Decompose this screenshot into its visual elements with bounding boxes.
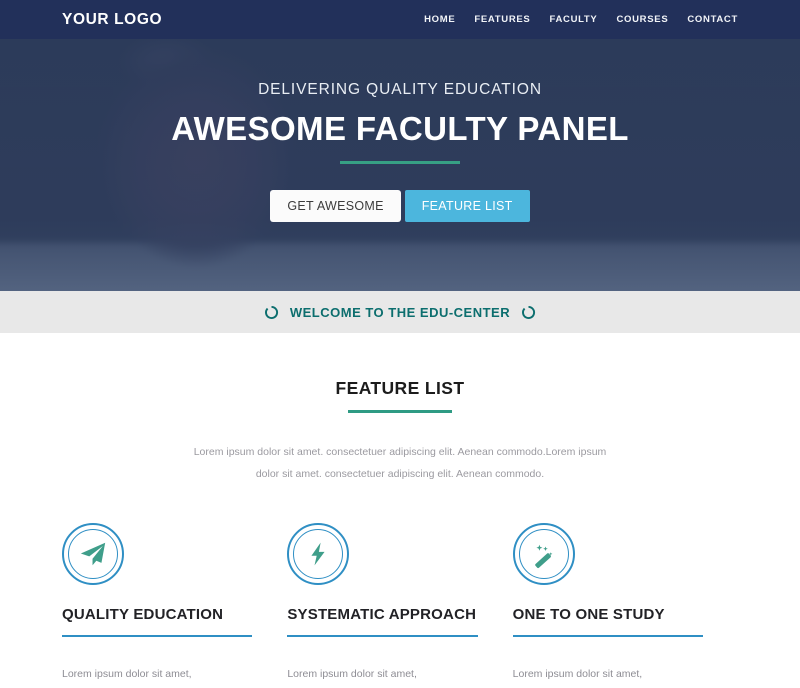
hero-divider <box>340 161 460 164</box>
main-navigation: HOME FEATURES FACULTY COURSES CONTACT <box>424 14 738 25</box>
welcome-bar: WELCOME TO THE EDU-CENTER <box>0 291 800 333</box>
feature-card-systematic-approach: SYSTEMATIC APPROACH Lorem ipsum dolor si… <box>287 523 512 688</box>
feature-title: SYSTEMATIC APPROACH <box>287 606 477 624</box>
circle-spinner-icon-left <box>264 305 279 320</box>
features-section-description: Lorem ipsum dolor sit amet. consectetuer… <box>193 446 607 481</box>
feature-list-button[interactable]: FEATURE LIST <box>404 190 530 222</box>
nav-link-features[interactable]: FEATURES <box>474 14 530 25</box>
nav-link-home[interactable]: HOME <box>424 14 455 25</box>
lightning-bolt-icon <box>287 523 350 586</box>
feature-title: QUALITY EDUCATION <box>62 606 224 624</box>
features-title-divider <box>348 410 452 413</box>
nav-link-faculty[interactable]: FACULTY <box>549 14 597 25</box>
feature-card-one-to-one-study: ONE TO ONE STUDY Lorem ipsum dolor sit a… <box>512 523 738 688</box>
feature-text: Lorem ipsum dolor sit amet, consectetuer… <box>512 668 643 681</box>
feature-card-grid: QUALITY EDUCATION Lorem ipsum dolor sit … <box>0 523 800 688</box>
hero-button-group: GET AWESOME FEATURE LIST <box>270 190 530 222</box>
get-awesome-button[interactable]: GET AWESOME <box>270 190 401 222</box>
hero-title: AWESOME FACULTY PANEL <box>171 110 629 147</box>
circle-spinner-icon-right <box>521 305 536 320</box>
paper-plane-icon <box>62 523 124 586</box>
features-section: FEATURE LIST Lorem ipsum dolor sit amet.… <box>0 333 800 688</box>
welcome-text: WELCOME TO THE EDU-CENTER <box>289 304 511 320</box>
feature-title-underline <box>287 635 478 638</box>
hero-subtitle: DELIVERING QUALITY EDUCATION <box>258 81 542 98</box>
feature-card-quality-education: QUALITY EDUCATION Lorem ipsum dolor sit … <box>62 523 287 688</box>
magic-wand-icon <box>512 523 575 586</box>
feature-title-underline <box>62 635 253 638</box>
features-section-title: FEATURE LIST <box>335 378 465 398</box>
nav-link-contact[interactable]: CONTACT <box>687 14 738 25</box>
site-logo[interactable]: YOUR LOGO <box>62 11 162 29</box>
hero-banner: DELIVERING QUALITY EDUCATION AWESOME FAC… <box>0 39 800 291</box>
feature-title: ONE TO ONE STUDY <box>512 606 665 624</box>
nav-link-courses[interactable]: COURSES <box>616 14 668 25</box>
feature-text: Lorem ipsum dolor sit amet, consectetuer… <box>62 668 192 681</box>
features-heading-block: FEATURE LIST <box>0 378 800 413</box>
feature-title-underline <box>512 635 703 638</box>
hero-content: DELIVERING QUALITY EDUCATION AWESOME FAC… <box>0 39 800 291</box>
feature-text: Lorem ipsum dolor sit amet, consectetuer… <box>287 668 417 681</box>
site-header: YOUR LOGO HOME FEATURES FACULTY COURSES … <box>0 0 800 39</box>
